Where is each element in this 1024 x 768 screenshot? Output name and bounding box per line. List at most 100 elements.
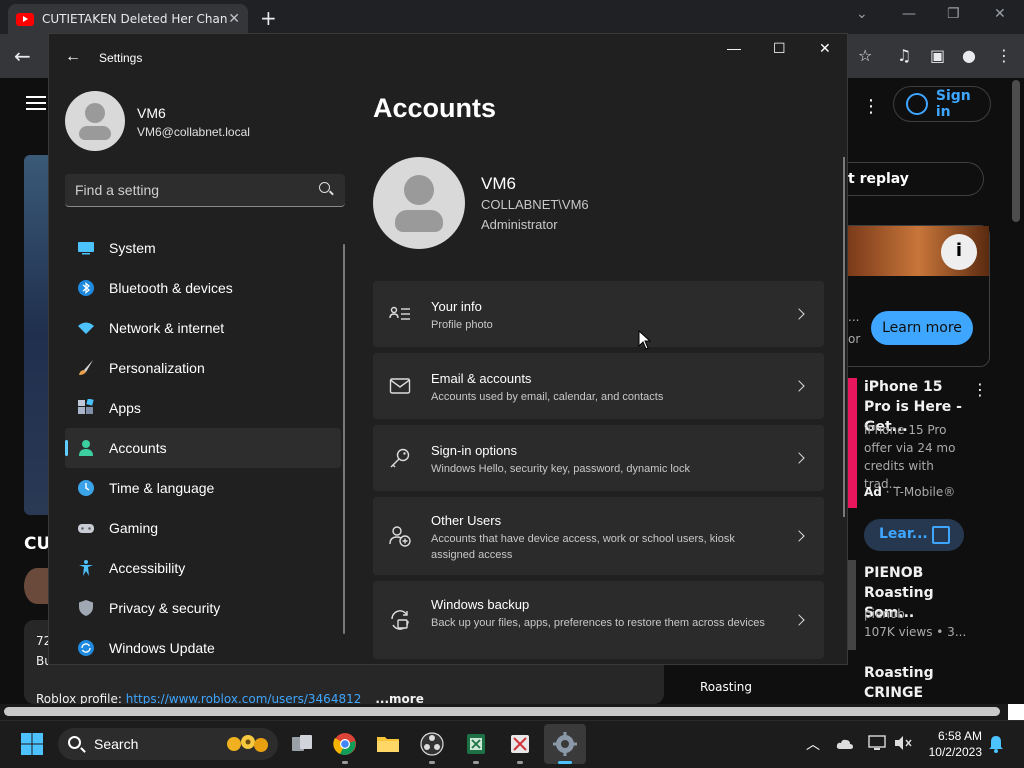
task-view-icon[interactable] <box>290 732 314 756</box>
running-indicator <box>517 761 523 764</box>
nav-item-accessibility[interactable]: Accessibility <box>65 548 341 588</box>
hamburger-menu-icon[interactable] <box>26 96 46 110</box>
nav-label: Accounts <box>109 440 167 456</box>
snipping-tool-icon[interactable] <box>508 732 532 756</box>
page-scrollbar-thumb[interactable] <box>1012 80 1020 222</box>
windows-start-icon[interactable] <box>20 732 44 756</box>
promo-ad-line: Ad · T-Mobile® <box>864 483 974 501</box>
find-setting-input[interactable] <box>75 182 305 198</box>
side-panel-icon[interactable]: ▣ <box>930 46 945 65</box>
browser-menu-icon[interactable]: ⋮ <box>996 46 1012 65</box>
channel-avatar[interactable] <box>24 568 50 604</box>
learn-more-button[interactable]: Learn more <box>871 311 973 345</box>
youtube-more-icon[interactable]: ⋮ <box>862 96 880 117</box>
ad-partial-text-2: or <box>848 332 861 346</box>
nav-label: Bluetooth & devices <box>109 280 233 296</box>
file-explorer-icon[interactable] <box>376 732 400 756</box>
back-arrow-icon[interactable]: ← <box>65 48 81 66</box>
settings-gear-icon[interactable] <box>553 732 577 756</box>
nav-item-gaming[interactable]: Gaming <box>65 508 341 548</box>
settings-maximize-button[interactable]: ☐ <box>773 40 786 57</box>
promo-advertiser: · T-Mobile® <box>881 485 956 499</box>
promo-thumbnail-edge[interactable] <box>848 378 857 508</box>
video-player-edge <box>24 155 50 515</box>
find-setting-box[interactable] <box>65 174 345 207</box>
bookmark-star-icon[interactable]: ☆ <box>858 46 872 65</box>
nav-item-accounts[interactable]: Accounts <box>65 428 341 468</box>
content-scrollbar[interactable] <box>843 157 845 517</box>
speaker-muted-icon[interactable] <box>894 735 912 751</box>
chevron-right-icon <box>793 530 805 542</box>
taskbar-clock[interactable]: 6:58 AM 10/2/2023 <box>924 728 982 760</box>
running-indicator <box>342 761 348 764</box>
sign-in-button[interactable]: Sign in <box>893 86 991 122</box>
gamepad-icon <box>78 524 94 533</box>
nav-label: Gaming <box>109 520 159 536</box>
tray-chevron-up-icon[interactable]: ︿ <box>806 734 820 754</box>
scrollbar-corner <box>1008 704 1024 720</box>
user-avatar[interactable] <box>65 91 125 151</box>
obs-icon[interactable] <box>420 732 444 756</box>
nav-label: Windows Update <box>109 640 215 656</box>
taskbar-search[interactable]: Search <box>58 728 278 760</box>
horizontal-scrollbar-thumb[interactable] <box>4 707 1000 716</box>
card-your-info[interactable]: Your info Profile photo <box>373 281 824 347</box>
excel-like-app-icon[interactable] <box>464 732 488 756</box>
nav-label: Privacy & security <box>109 600 221 616</box>
replay-label: t replay <box>848 171 909 187</box>
settings-minimize-button[interactable]: — <box>727 40 741 56</box>
onedrive-cloud-icon[interactable] <box>836 736 854 752</box>
network-monitor-icon[interactable] <box>868 735 886 751</box>
card-title: Your info <box>431 299 482 314</box>
card-sign-in-options[interactable]: Sign-in options Windows Hello, security … <box>373 425 824 491</box>
settings-close-button[interactable]: ✕ <box>819 40 831 57</box>
mouse-cursor-icon <box>638 330 652 350</box>
settings-nav: System Bluetooth & devices Network & int… <box>65 228 341 664</box>
browser-back-icon[interactable]: ← <box>14 44 31 68</box>
nav-item-network[interactable]: Network & internet <box>65 308 341 348</box>
card-desc: Profile photo <box>431 319 493 331</box>
new-tab-button[interactable]: + <box>260 6 277 30</box>
nav-item-bluetooth[interactable]: Bluetooth & devices <box>65 268 341 308</box>
nav-item-personalization[interactable]: Personalization <box>65 348 341 388</box>
tab-close-icon[interactable]: ✕ <box>228 11 240 27</box>
user-name: VM6 <box>137 105 166 121</box>
video1-channel[interactable]: pienob <box>864 605 964 623</box>
video-thumbnail-edge[interactable] <box>848 560 856 650</box>
ad-info-icon[interactable]: i <box>941 234 977 270</box>
profile-icon[interactable]: ● <box>962 46 976 65</box>
apps-grid-icon <box>78 399 94 414</box>
media-queue-icon[interactable]: ♫ <box>897 46 911 65</box>
chrome-icon[interactable] <box>333 732 357 756</box>
nav-item-apps[interactable]: Apps <box>65 388 341 428</box>
running-indicator <box>429 761 435 764</box>
replay-chip[interactable]: t replay <box>848 162 984 196</box>
notification-bell-icon[interactable] <box>988 735 1004 753</box>
bluetooth-icon <box>78 280 94 296</box>
nav-item-windows-update[interactable]: Windows Update <box>65 628 341 664</box>
promo-learn-button[interactable]: Lear... <box>864 519 964 551</box>
avatar-body-icon <box>79 126 111 140</box>
browser-tab[interactable]: CUTIETAKEN Deleted Her Chann ✕ <box>8 4 248 34</box>
tab-search-chevron-down-icon[interactable]: ⌄ <box>856 6 868 22</box>
nav-item-privacy[interactable]: Privacy & security <box>65 588 341 628</box>
search-icon[interactable] <box>319 182 330 193</box>
tab-title: CUTIETAKEN Deleted Her Chann <box>42 12 229 26</box>
card-windows-backup[interactable]: Windows backup Back up your files, apps,… <box>373 581 824 659</box>
card-desc: Accounts that have device access, work o… <box>431 533 735 561</box>
nav-item-time-language[interactable]: Time & language <box>65 468 341 508</box>
card-email-accounts[interactable]: Email & accounts Accounts used by email,… <box>373 353 824 419</box>
browser-minimize-button[interactable]: — <box>902 6 916 22</box>
nav-item-system[interactable]: System <box>65 228 341 268</box>
account-circle-icon <box>906 93 928 115</box>
search-highlight-flowers-icon <box>227 735 268 752</box>
user-email: VM6@collabnet.local <box>137 125 250 139</box>
chevron-right-icon <box>793 452 805 464</box>
browser-close-button[interactable]: ✕ <box>994 6 1006 22</box>
promo-more-icon[interactable]: ⋮ <box>972 380 988 399</box>
card-other-users[interactable]: Other Users Accounts that have device ac… <box>373 497 824 575</box>
channel-title-partial: CU <box>24 534 51 554</box>
thumbnail-caption: Roasting <box>700 680 753 694</box>
nav-scrollbar[interactable] <box>343 244 345 634</box>
browser-restore-button[interactable]: ❐ <box>947 6 960 22</box>
